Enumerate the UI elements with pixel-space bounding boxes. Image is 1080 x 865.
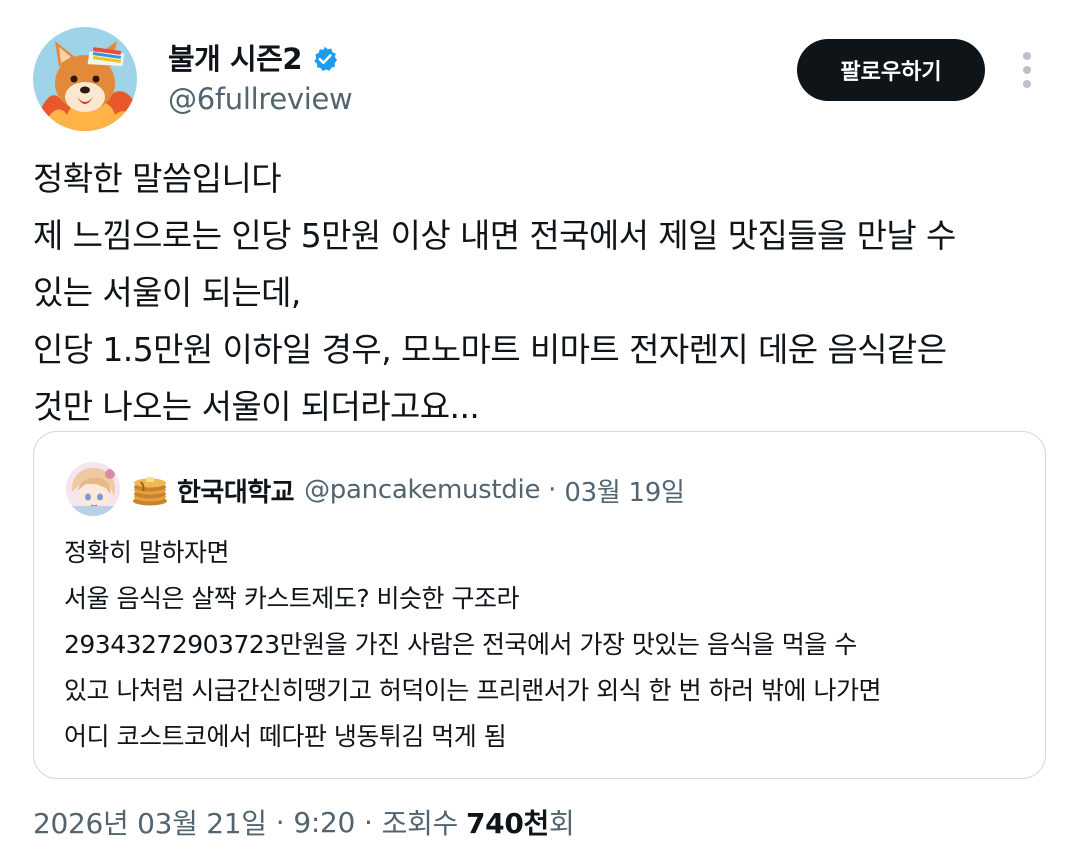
tweet-time[interactable]: 9:20 [293, 806, 355, 839]
quote-line: 서울 음식은 살짝 카스트제도? 비슷한 구조라 [64, 584, 520, 613]
quote-line: 29343272903723만원을 가진 사람은 전국에서 가장 맛있는 음식을… [64, 630, 857, 659]
anime-character-avatar-image [66, 462, 120, 516]
quote-separator: · [548, 475, 557, 505]
views-suffix: 회 [549, 807, 575, 840]
dot [1023, 80, 1031, 88]
quote-line: 정확히 말하자면 [64, 538, 229, 567]
author-avatar[interactable] [33, 27, 137, 131]
quote-author-handle[interactable]: @pancakemustdie [304, 475, 540, 505]
quote-line: 어디 코스트코에서 떼다판 냉동튀김 먹게 됨 [64, 722, 507, 751]
shiba-dog-avatar-image [33, 27, 137, 131]
tweet-date[interactable]: 2026년 03월 21일 [33, 802, 267, 842]
quote-author-name[interactable]: 한국대학교 [177, 472, 295, 509]
quote-author-avatar[interactable] [66, 462, 120, 516]
pancake-icon [131, 473, 169, 507]
tweet-line: 정확한 말씀입니다 [33, 159, 282, 198]
views-label: 조회수 [381, 807, 459, 840]
quote-header: 한국대학교 @pancakemustdie · 03월 19일 [131, 468, 685, 512]
author-name-row: 불개 시즌2 [168, 40, 339, 78]
dot [1023, 52, 1031, 60]
meta-separator: · [275, 805, 285, 839]
more-options-icon[interactable] [1010, 48, 1044, 92]
meta-separator: · [364, 805, 373, 839]
tweet-text: 정확한 말씀입니다 제 느낌으로는 인당 5만원 이상 내면 전국에서 제일 맛… [33, 150, 1033, 435]
author-display-name[interactable]: 불개 시즌2 [168, 40, 303, 78]
tweet-meta: 2026년 03월 21일 · 9:20 · 조회수 740천 회 [33, 800, 575, 844]
quote-date[interactable]: 03월 19일 [564, 472, 684, 509]
views-count[interactable]: 740천 [466, 802, 549, 842]
quote-line: 있고 나처럼 시급간신히땡기고 허덕이는 프리랜서가 외식 한 번 하러 밖에 … [64, 676, 881, 705]
tweet-line: 제 느낌으로는 인당 5만원 이상 내면 전국에서 제일 맛집들을 만날 수 [33, 216, 956, 255]
follow-button[interactable]: 팔로우하기 [797, 39, 985, 101]
quoted-tweet-card[interactable]: 한국대학교 @pancakemustdie · 03월 19일 정확히 말하자면… [33, 431, 1046, 779]
dot [1023, 66, 1031, 74]
author-handle[interactable]: @6fullreview [168, 80, 353, 118]
tweet-line: 인당 1.5만원 이하일 경우, 모노마트 비마트 전자렌지 데운 음식같은 [33, 330, 947, 369]
tweet-line: 것만 나오는 서울이 되더라고요... [33, 387, 480, 426]
tweet-line: 있는 서울이 되는데, [33, 273, 301, 312]
quote-text: 정확히 말하자면 서울 음식은 살짝 카스트제도? 비슷한 구조라 293432… [64, 530, 1034, 760]
verified-badge-icon [311, 45, 339, 73]
